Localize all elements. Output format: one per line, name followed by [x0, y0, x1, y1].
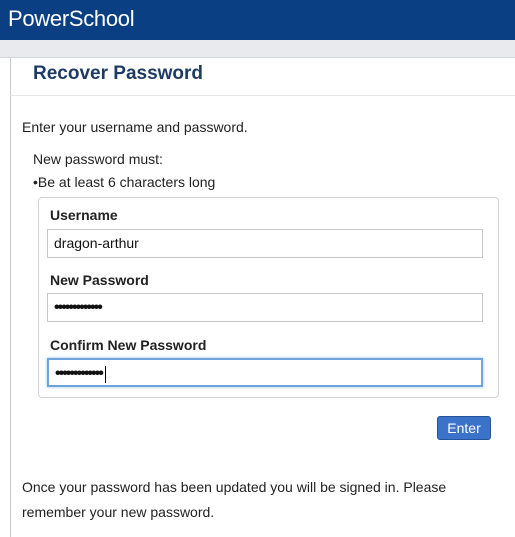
- requirements-heading: New password must:: [33, 151, 163, 167]
- footer-note: Once your password has been updated you …: [22, 479, 447, 520]
- title-divider: [10, 95, 515, 96]
- username-label: Username: [50, 207, 118, 223]
- new-password-masked-value: •••••••••••••: [54, 299, 103, 316]
- username-field[interactable]: dragon-arthur: [47, 229, 483, 258]
- sub-navigation-bar: [0, 40, 515, 58]
- page-title: Recover Password: [33, 63, 204, 84]
- confirm-password-field[interactable]: •••••••••••••: [47, 358, 483, 387]
- confirm-password-label: Confirm New Password: [50, 337, 207, 353]
- requirement-item: •Be at least 6 characters long: [33, 174, 216, 190]
- username-value: dragon-arthur: [54, 235, 139, 251]
- enter-button[interactable]: Enter: [437, 416, 491, 440]
- text-caret: [104, 365, 106, 383]
- intro-text: Enter your username and password.: [22, 119, 248, 135]
- confirm-password-masked-value: •••••••••••••: [55, 365, 104, 382]
- powerschool-logo: PowerSchool: [8, 6, 135, 31]
- app-header: PowerSchool: [0, 0, 515, 40]
- content-left-border: [10, 57, 11, 537]
- new-password-field[interactable]: •••••••••••••: [47, 293, 483, 322]
- new-password-label: New Password: [50, 272, 149, 288]
